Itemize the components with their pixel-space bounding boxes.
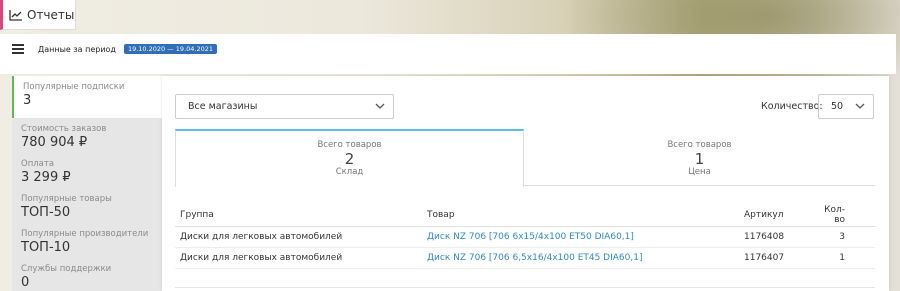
chevron-down-icon — [375, 102, 385, 113]
sidebar-item-value: 3 — [23, 93, 32, 108]
sidebar-item-value: ТОП-50 — [21, 205, 71, 220]
divider — [175, 287, 875, 288]
sidebar-item-label: Стоимость заказов — [21, 124, 107, 134]
sidebar: Популярные подписки 3 Стоимость заказов … — [12, 76, 162, 291]
reports-tab[interactable]: Отчеты — [0, 0, 76, 30]
cell-group: Диски для легковых автомобилей — [175, 247, 422, 269]
tab-warehouse[interactable]: Всего товаров 2 Склад — [175, 129, 524, 187]
tab-value: 1 — [694, 150, 705, 168]
sidebar-item-popular-manufacturers[interactable]: Популярные производители ТОП-10 — [12, 223, 162, 258]
cell-product-link[interactable]: Диск NZ 706 [706 6x15/4x100 ET50 DIA60,1… — [422, 226, 739, 248]
chart-line-icon — [9, 9, 23, 21]
sidebar-item-value: 3 299 ₽ — [21, 170, 71, 185]
column-header-qty[interactable]: Кол-во — [811, 205, 875, 227]
cell-product-link[interactable]: Диск NZ 706 [706 6,5x16/4x100 ET45 DIA60… — [422, 247, 739, 269]
store-select-value: Все магазины — [188, 101, 258, 112]
tab-title: Всего товаров — [667, 140, 732, 150]
tab-price[interactable]: Всего товаров 1 Цена — [524, 129, 875, 186]
quantity-select-value: 50 — [831, 101, 844, 112]
sidebar-item-value: 0 — [21, 275, 30, 290]
quantity-label: Количество: — [761, 101, 823, 112]
table-row: Диски для легковых автомобилей Диск NZ 7… — [175, 226, 875, 248]
chevron-down-icon — [855, 102, 865, 113]
sidebar-item-label: Службы поддержки — [21, 264, 112, 274]
period-badge[interactable]: 19.10.2020 — 19.04.2021 — [123, 44, 218, 54]
store-select[interactable]: Все магазины — [175, 94, 394, 119]
column-header-product[interactable]: Товар — [422, 205, 739, 227]
sidebar-item-label: Популярные производители — [21, 229, 149, 239]
tab-subtitle: Склад — [335, 167, 364, 177]
hamburger-icon[interactable] — [12, 44, 24, 54]
sidebar-item-label: Оплата — [21, 159, 55, 169]
sidebar-item-popular-subscriptions[interactable]: Популярные подписки 3 — [12, 76, 162, 118]
quantity-select[interactable]: 50 — [818, 94, 874, 119]
table-header-row: Группа Товар Артикул Кол-во — [175, 205, 875, 227]
tab-title: Всего товаров — [317, 140, 382, 150]
sidebar-item-payment[interactable]: Оплата 3 299 ₽ — [12, 153, 162, 188]
sidebar-item-popular-products[interactable]: Популярные товары ТОП-50 — [12, 188, 162, 223]
report-panel: Все магазины Количество: 50 Всего товаро… — [162, 76, 889, 291]
period-label: Данные за период — [38, 44, 116, 54]
cell-qty: 1 — [811, 247, 875, 269]
sidebar-item-order-cost[interactable]: Стоимость заказов 780 904 ₽ — [12, 118, 162, 153]
sidebar-item-support[interactable]: Службы поддержки 0 — [12, 258, 162, 291]
products-table: Группа Товар Артикул Кол-во Диски для ле… — [175, 205, 875, 269]
column-header-group[interactable]: Группа — [175, 205, 422, 227]
sidebar-item-label: Популярные товары — [21, 194, 112, 204]
column-header-article[interactable]: Артикул — [739, 205, 811, 227]
cell-group: Диски для легковых автомобилей — [175, 226, 422, 248]
tab-subtitle: Цена — [688, 167, 711, 177]
header-bar: Данные за период 19.10.2020 — 19.04.2021 — [0, 34, 896, 64]
cell-qty: 3 — [811, 226, 875, 248]
sidebar-item-label: Популярные подписки — [23, 82, 125, 92]
sidebar-item-value: ТОП-10 — [21, 240, 71, 255]
reports-tab-label: Отчеты — [27, 7, 75, 22]
cell-article: 1176407 — [739, 247, 811, 269]
summary-tabs: Всего товаров 2 Склад Всего товаров 1 Це… — [175, 129, 875, 187]
header-spacer — [0, 64, 896, 74]
tab-value: 2 — [344, 150, 355, 168]
table-row: Диски для легковых автомобилей Диск NZ 7… — [175, 247, 875, 269]
sidebar-item-value: 780 904 ₽ — [21, 135, 88, 150]
cell-article: 1176408 — [739, 226, 811, 248]
